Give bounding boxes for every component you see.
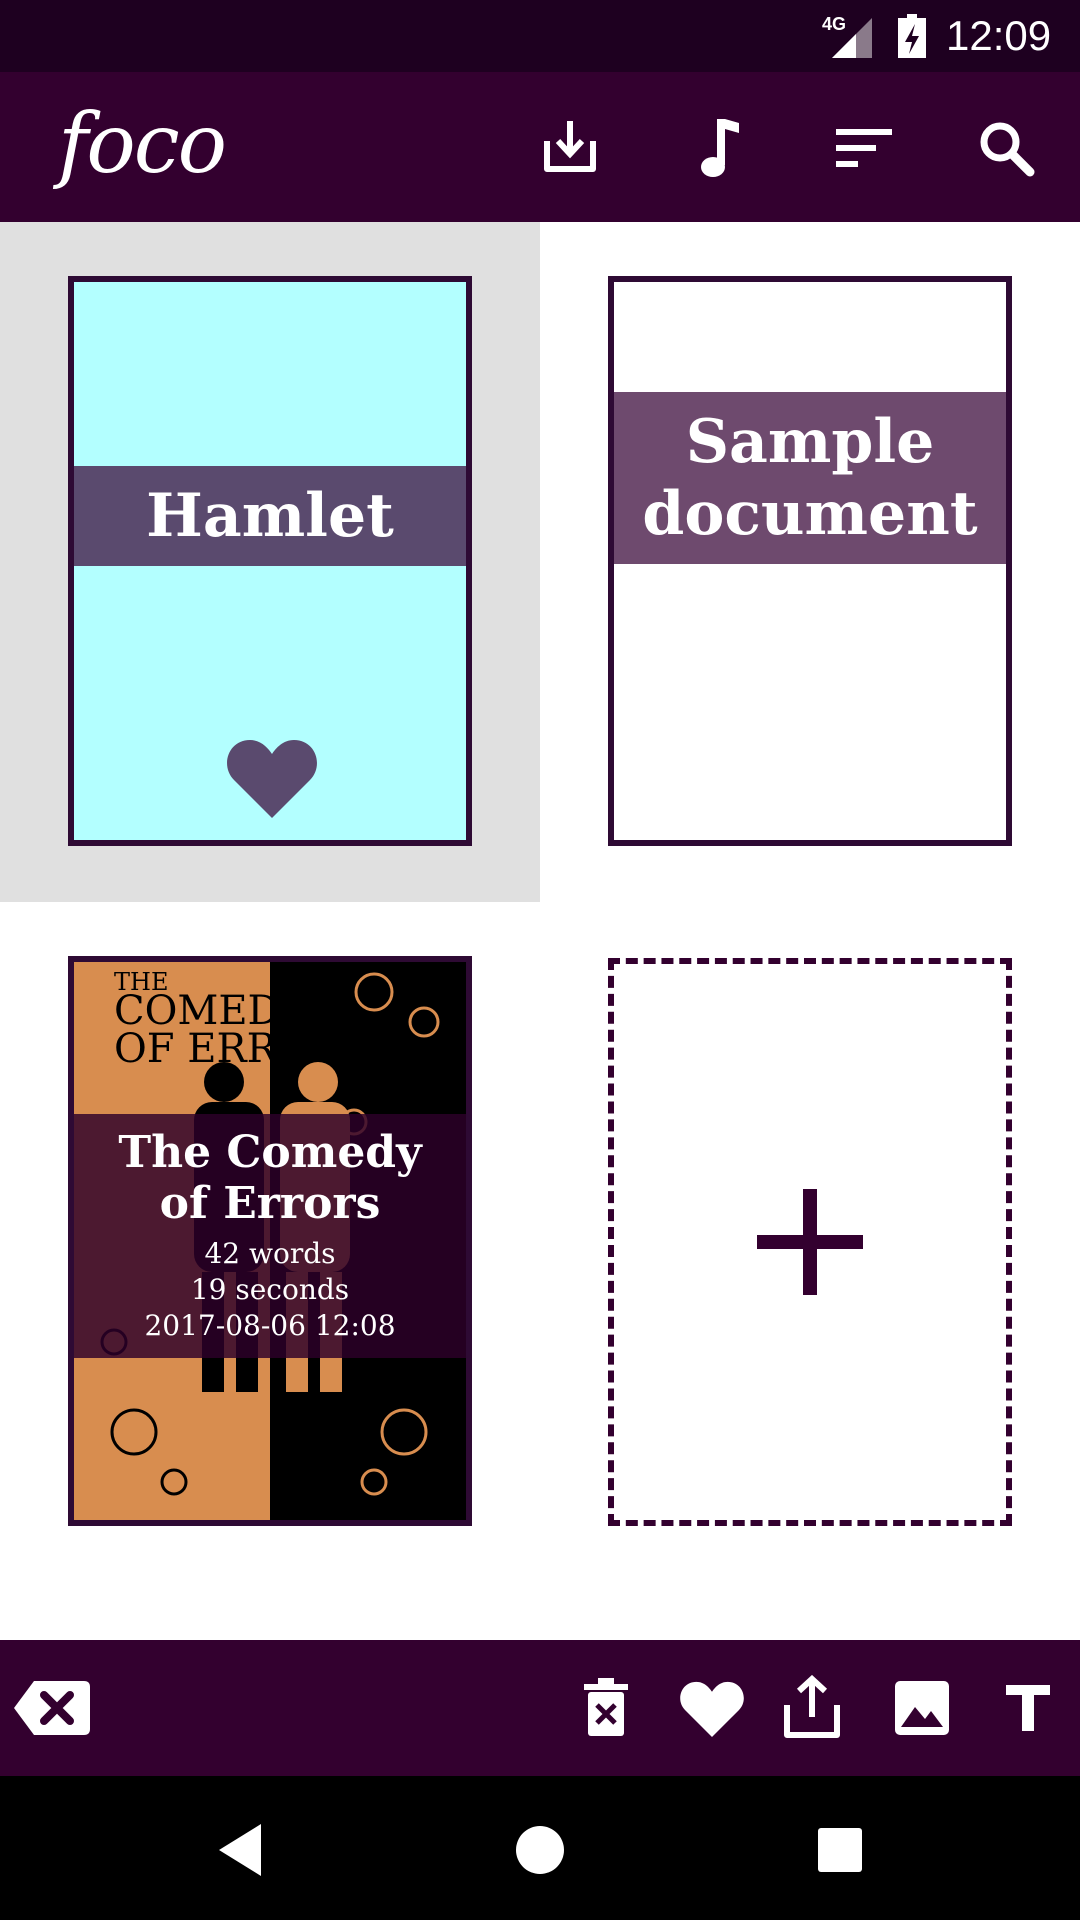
delete-button[interactable]	[566, 1668, 646, 1748]
system-navigation-bar	[0, 1776, 1080, 1920]
word-count: 42 words	[204, 1237, 336, 1270]
bottom-action-bar	[0, 1640, 1080, 1776]
clock: 12:09	[946, 12, 1052, 59]
status-bar: 4G 12:09	[0, 0, 1080, 72]
image-icon	[895, 1681, 949, 1735]
svg-text:4G: 4G	[822, 14, 846, 34]
set-image-button[interactable]	[882, 1668, 962, 1748]
import-icon	[544, 121, 596, 172]
clear-selection-button[interactable]	[12, 1668, 92, 1748]
share-button[interactable]	[772, 1668, 852, 1748]
nav-back-button[interactable]	[200, 1810, 280, 1890]
backspace-icon	[14, 1681, 90, 1735]
sort-icon	[836, 129, 892, 167]
recents-icon	[818, 1828, 862, 1872]
favorite-icon	[680, 1681, 744, 1737]
document-title-line-2: of Errors	[159, 1178, 381, 1229]
add-document-button[interactable]	[608, 958, 1012, 1526]
delete-icon	[584, 1678, 628, 1736]
home-icon	[516, 1826, 564, 1874]
text-icon	[1006, 1685, 1050, 1731]
favorite-button[interactable]	[672, 1668, 752, 1748]
sort-button[interactable]	[824, 108, 904, 188]
favorite-heart-icon	[227, 740, 317, 818]
document-title-line-1: Sample	[685, 407, 935, 477]
back-icon	[219, 1824, 261, 1876]
rename-text-button[interactable]	[988, 1668, 1068, 1748]
app-logo: foco	[58, 97, 227, 192]
app-bar: foco	[0, 72, 1080, 222]
document-card-hamlet[interactable]: Hamlet	[68, 276, 472, 846]
battery-charging-icon	[898, 14, 926, 58]
document-card-sample[interactable]: Sample document	[608, 276, 1012, 846]
share-icon	[784, 1675, 840, 1738]
nav-recents-button[interactable]	[800, 1810, 880, 1890]
cover-title-line-3: OF ERRORS	[114, 1026, 367, 1072]
search-icon	[980, 122, 1035, 177]
document-title: Hamlet	[146, 481, 394, 551]
document-card-comedy-of-errors[interactable]: THE COMEDY OF ERRORS The Comedy of Error…	[68, 956, 472, 1526]
title-band: Hamlet	[74, 466, 466, 566]
document-grid: Hamlet Sample document THE COMEDY OF ERR…	[0, 222, 1080, 1642]
duration: 19 seconds	[190, 1273, 350, 1306]
document-title-line-2: document	[642, 479, 978, 549]
plus-icon	[757, 1189, 863, 1295]
music-button[interactable]	[680, 108, 760, 188]
document-title-line-1: The Comedy	[118, 1127, 422, 1178]
signal-4g-icon: 4G	[822, 14, 872, 58]
music-icon	[701, 119, 739, 177]
timestamp: 2017-08-06 12:08	[144, 1309, 396, 1342]
nav-home-button[interactable]	[500, 1810, 580, 1890]
info-band: The Comedy of Errors 42 words 19 seconds…	[74, 1114, 466, 1358]
title-band: Sample document	[614, 392, 1006, 564]
import-button[interactable]	[530, 108, 610, 188]
search-button[interactable]	[966, 108, 1046, 188]
